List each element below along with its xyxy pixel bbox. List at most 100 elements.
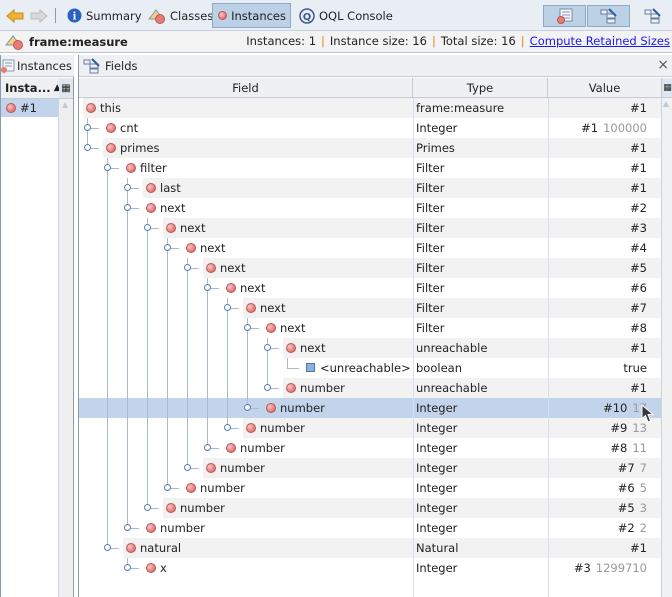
field-value: #1 xyxy=(630,181,647,195)
field-value: #8 11 xyxy=(610,441,647,455)
table-row[interactable]: x Integer #3 1299710 xyxy=(79,558,662,578)
tree-guide-line xyxy=(127,258,128,278)
tree-guide-line xyxy=(107,338,108,358)
leaf-node-handle[interactable] xyxy=(244,404,251,411)
back-button[interactable] xyxy=(2,3,28,28)
instance-dot-icon xyxy=(217,10,227,22)
close-icon[interactable]: × xyxy=(657,57,669,73)
instance-ref: #1 xyxy=(630,541,647,555)
table-row[interactable]: primes Primes #1 xyxy=(79,138,662,158)
tree-guide-line xyxy=(167,278,168,298)
tree-guide-line xyxy=(107,298,108,318)
expanded-node-handle[interactable] xyxy=(184,264,191,271)
leaf-node-handle[interactable] xyxy=(124,524,131,531)
instance-ref: #2 xyxy=(630,201,647,215)
instance-ref: #8 xyxy=(610,441,628,455)
leaf-node-handle[interactable] xyxy=(204,444,211,451)
table-row[interactable]: natural Natural #1 xyxy=(79,538,662,558)
expanded-node-handle[interactable] xyxy=(104,164,111,171)
instance-ref: #1 xyxy=(630,181,647,195)
table-row[interactable]: number Integer #6 5 xyxy=(79,478,662,498)
expanded-node-handle[interactable] xyxy=(144,224,151,231)
table-row[interactable]: last Filter #1 xyxy=(79,178,662,198)
fields-view-button[interactable] xyxy=(587,5,630,27)
leaf-node-handle[interactable] xyxy=(84,124,91,131)
fields-tab[interactable]: Fields × xyxy=(79,55,672,77)
field-value: #3 xyxy=(630,221,647,235)
tab-classes[interactable]: Classes xyxy=(144,3,217,28)
field-name: number xyxy=(280,401,325,415)
tree-guide-line xyxy=(107,418,108,438)
field-name: number xyxy=(220,461,265,475)
column-chooser-button[interactable]: ▦ xyxy=(59,78,73,99)
compute-retained-sizes-link[interactable]: Compute Retained Sizes xyxy=(530,34,670,48)
scroll-up-icon: ▲ xyxy=(62,100,69,109)
references-view-button[interactable] xyxy=(631,5,672,27)
field-name: this xyxy=(100,101,121,115)
expanded-node-handle[interactable] xyxy=(84,144,91,151)
table-row[interactable]: this frame:measure #1 xyxy=(79,98,662,118)
tree-guide-line xyxy=(127,418,128,438)
field-column-header[interactable]: Field xyxy=(79,78,413,98)
expanded-node-handle[interactable] xyxy=(104,544,111,551)
fields-tree-table: this frame:measure #1 cnt Integer #1 100000 pri… xyxy=(79,98,662,578)
field-name: number xyxy=(240,441,285,455)
table-row[interactable]: number Integer #8 11 xyxy=(79,438,662,458)
leaf-node-handle[interactable] xyxy=(264,384,271,391)
leaf-node-handle[interactable] xyxy=(124,564,131,571)
table-row[interactable]: next Filter #5 xyxy=(79,258,662,278)
table-row[interactable]: next Filter #6 xyxy=(79,278,662,298)
table-row[interactable]: number unreachable #1 xyxy=(79,378,662,398)
leaf-node-handle[interactable] xyxy=(184,464,191,471)
instance-ref: #4 xyxy=(630,241,647,255)
expanded-node-handle[interactable] xyxy=(224,304,231,311)
object-instance-icon xyxy=(226,443,236,453)
tab-oql-console[interactable]: Q OQL Console xyxy=(295,3,397,28)
table-row[interactable]: next Filter #2 xyxy=(79,198,662,218)
leaf-node-handle[interactable] xyxy=(124,184,131,191)
table-row[interactable]: cnt Integer #1 100000 xyxy=(79,118,662,138)
table-row[interactable]: filter Filter #1 xyxy=(79,158,662,178)
expanded-node-handle[interactable] xyxy=(164,244,171,251)
instances-view-button[interactable] xyxy=(543,5,586,27)
field-type: Filter xyxy=(416,221,445,235)
primitive-value: 2 xyxy=(639,521,647,535)
table-row[interactable]: number Integer #10 17 xyxy=(79,398,662,418)
field-value: #1 xyxy=(630,541,647,555)
instances-column-header[interactable]: Insta... ▲ xyxy=(1,78,61,99)
instances-tab[interactable]: Instances xyxy=(1,55,74,77)
column-chooser-button[interactable]: ▦ xyxy=(662,78,672,98)
arrow-left-icon xyxy=(6,8,24,23)
expanded-node-handle[interactable] xyxy=(204,284,211,291)
expanded-node-handle[interactable] xyxy=(124,204,131,211)
tab-summary[interactable]: i Summary xyxy=(63,3,146,28)
fields-scrollbar[interactable]: ▲ xyxy=(661,98,672,597)
table-row[interactable]: next Filter #7 xyxy=(79,298,662,318)
instance-list-item[interactable]: #1 xyxy=(1,99,58,117)
value-column-header[interactable]: Value xyxy=(548,78,662,98)
leaf-node-handle[interactable] xyxy=(224,424,231,431)
forward-button[interactable] xyxy=(26,3,52,28)
tree-guide-line xyxy=(227,318,228,338)
expanded-node-handle[interactable] xyxy=(264,344,271,351)
tree-guide-line xyxy=(127,478,128,498)
table-row[interactable]: <unreachable> boolean true xyxy=(79,358,662,378)
table-row[interactable]: next Filter #4 xyxy=(79,238,662,258)
table-row[interactable]: next Filter #8 xyxy=(79,318,662,338)
tree-guide-line xyxy=(187,358,188,378)
table-row[interactable]: number Integer #7 7 xyxy=(79,458,662,478)
tree-guide-line xyxy=(207,338,208,358)
type-column-header[interactable]: Type xyxy=(413,78,548,98)
table-row[interactable]: next unreachable #1 xyxy=(79,338,662,358)
instance-ref: #1 xyxy=(630,381,647,395)
table-row[interactable]: number Integer #2 2 xyxy=(79,518,662,538)
field-name: primes xyxy=(120,141,160,155)
table-row[interactable]: number Integer #5 3 xyxy=(79,498,662,518)
table-row[interactable]: number Integer #9 13 xyxy=(79,418,662,438)
tab-instances[interactable]: Instances xyxy=(212,3,291,28)
leaf-node-handle[interactable] xyxy=(164,484,171,491)
expanded-node-handle[interactable] xyxy=(244,324,251,331)
leaf-node-handle[interactable] xyxy=(144,504,151,511)
table-row[interactable]: next Filter #3 xyxy=(79,218,662,238)
instances-scrollbar[interactable]: ▲ xyxy=(58,99,73,597)
